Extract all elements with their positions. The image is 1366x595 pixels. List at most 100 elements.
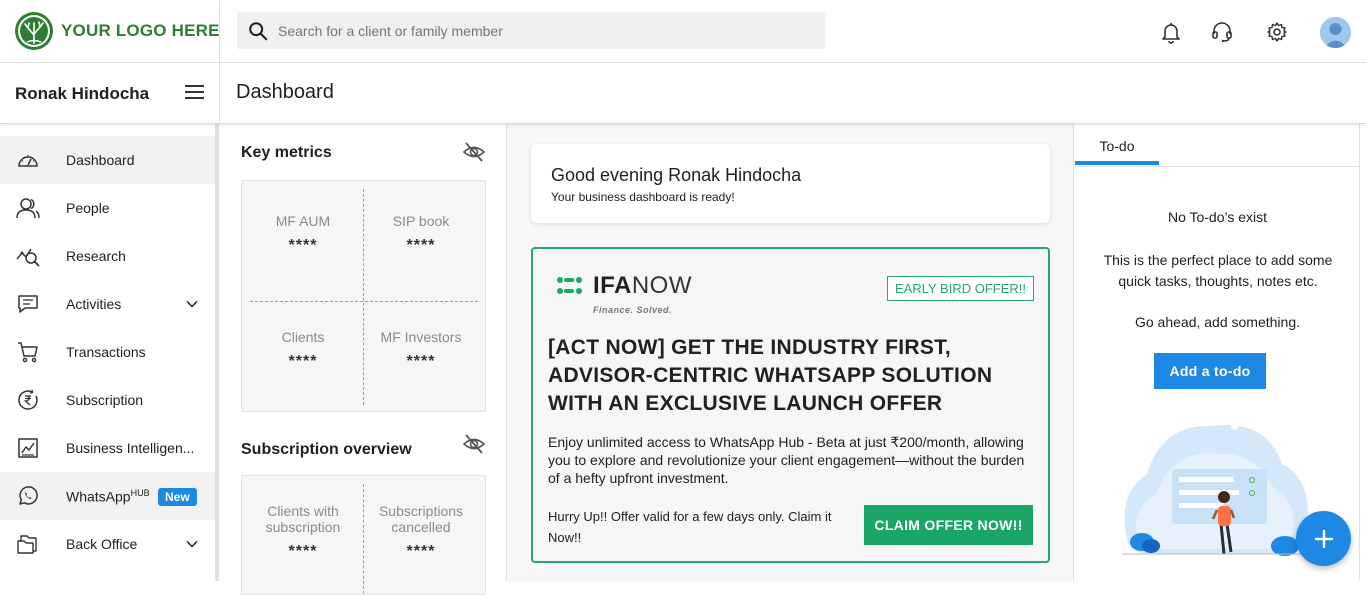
greeting-subtitle: Your business dashboard is ready! xyxy=(551,190,735,204)
logo[interactable]: YOUR LOGO HERE xyxy=(14,11,220,51)
offer-banner[interactable]: IFANOW Finance. Solved. EARLY BIRD OFFER… xyxy=(531,247,1050,563)
search-input[interactable] xyxy=(278,22,798,39)
top-bar: YOUR LOGO HERE xyxy=(0,0,1366,63)
sidebar-item-business-intelligence[interactable]: Business Intelligen... xyxy=(0,424,215,472)
ifanow-wordmark: IFANOW Finance. Solved. xyxy=(593,272,692,316)
sidebar-item-label: Business Intelligen... xyxy=(66,440,195,456)
metric-clients: Clients **** xyxy=(242,329,364,371)
main-column: Good evening Ronak Hindocha Your busines… xyxy=(507,124,1074,581)
metric-value: **** xyxy=(288,237,318,254)
metric-label: MF AUM xyxy=(275,213,331,229)
metric-subscriptions-cancelled: Subscriptions cancelled **** xyxy=(360,503,482,561)
menu-toggle-icon[interactable] xyxy=(185,85,205,101)
notifications-button[interactable] xyxy=(1158,19,1184,45)
eye-slash-icon[interactable] xyxy=(462,432,486,456)
metric-clients-with-subscription: Clients with subscription **** xyxy=(242,503,364,561)
new-badge: New xyxy=(158,488,197,506)
whatsapp-icon xyxy=(15,483,41,509)
ifanow-logo: IFANOW Finance. Solved. xyxy=(555,272,692,316)
gear-icon xyxy=(1267,22,1287,42)
key-metrics-title: Key metrics xyxy=(241,144,332,161)
folder-icon xyxy=(15,531,41,557)
rupee-icon xyxy=(15,387,41,413)
page-title: Dashboard xyxy=(236,81,334,103)
offer-hurry-text: Hurry Up!! Offer valid for a few days on… xyxy=(548,509,832,545)
sidebar-item-dashboard[interactable]: Dashboard xyxy=(0,136,215,184)
search-icon xyxy=(249,21,268,40)
key-metrics-card: MF AUM **** SIP book **** Clients **** M… xyxy=(241,180,486,412)
whatsapp-label: WhatsApp xyxy=(66,488,131,505)
headset-icon xyxy=(1212,22,1232,43)
divider xyxy=(250,301,478,302)
claim-offer-button[interactable]: CLAIM OFFER NOW!! xyxy=(864,505,1033,545)
sidebar-item-subscription[interactable]: Subscription xyxy=(0,376,215,424)
brand-tagline: Finance. Solved. xyxy=(593,305,673,315)
metric-value: **** xyxy=(406,353,436,370)
sidebar-item-activities[interactable]: Activities xyxy=(0,280,215,328)
offer-body: Enjoy unlimited access to WhatsApp Hub -… xyxy=(548,434,1025,486)
metric-mf-investors: MF Investors **** xyxy=(360,329,482,371)
tab-indicator xyxy=(1075,161,1159,165)
sidebar-item-people[interactable]: People xyxy=(0,184,215,232)
metric-value: **** xyxy=(288,543,318,560)
metric-mf-aum: MF AUM **** xyxy=(242,213,364,255)
sub-header: Ronak Hindocha Dashboard xyxy=(0,63,1366,124)
settings-button[interactable] xyxy=(1264,19,1290,45)
support-button[interactable] xyxy=(1209,19,1235,45)
early-bird-tag: EARLY BIRD OFFER!! xyxy=(887,276,1034,301)
tab-todo[interactable]: To-do xyxy=(1075,138,1159,154)
sidebar-item-label: WhatsAppHUB xyxy=(66,488,150,505)
metrics-column: Key metrics MF AUM **** SIP book **** Cl… xyxy=(220,124,507,595)
people-icon xyxy=(15,195,41,221)
sidebar-item-research[interactable]: Research xyxy=(0,232,215,280)
hub-superscript: HUB xyxy=(130,487,150,498)
subscription-overview-card: Clients with subscription **** Subscript… xyxy=(241,475,486,595)
ifanow-mark-icon xyxy=(557,277,582,294)
sidebar-item-label: Back Office xyxy=(66,536,138,552)
chart-icon xyxy=(15,435,41,461)
add-todo-button[interactable]: Add a to-do xyxy=(1154,353,1266,389)
sidebar-item-whatsapp[interactable]: WhatsAppHUB New xyxy=(0,472,215,520)
chevron-down-icon[interactable] xyxy=(184,536,200,552)
divider xyxy=(1075,166,1360,167)
search-bar[interactable] xyxy=(237,12,825,49)
todo-prompt: Go ahead, add something. xyxy=(1134,314,1300,330)
metric-label: Subscriptions cancelled xyxy=(378,503,464,535)
todo-illustration xyxy=(1122,414,1312,556)
cart-icon xyxy=(15,339,41,365)
metric-value: **** xyxy=(406,543,436,560)
metric-sip-book: SIP book **** xyxy=(360,213,482,255)
offer-headline: [ACT NOW] GET THE INDUSTRY FIRST, ADVISO… xyxy=(548,336,993,415)
sidebar-item-back-office[interactable]: Back Office xyxy=(0,520,215,568)
sidebar-item-label: Subscription xyxy=(66,392,144,408)
sidebar-item-label: Activities xyxy=(66,296,122,312)
sidebar-item-label: People xyxy=(66,200,110,216)
metric-label: MF Investors xyxy=(380,329,462,345)
research-icon xyxy=(15,243,41,269)
sidebar: Dashboard People Research Activities Tra… xyxy=(0,124,219,581)
metric-value: **** xyxy=(406,237,436,254)
avatar[interactable] xyxy=(1320,17,1351,48)
add-fab-button[interactable] xyxy=(1296,511,1351,566)
sidebar-item-label: Transactions xyxy=(66,344,146,360)
bell-icon xyxy=(1162,23,1180,44)
sidebar-item-label: Research xyxy=(66,248,126,264)
todo-empty-title: No To-do’s exist xyxy=(1167,209,1268,225)
divider xyxy=(219,0,220,63)
metric-value: **** xyxy=(288,353,318,370)
logo-text: YOUR LOGO HERE xyxy=(61,21,220,40)
sidebar-item-transactions[interactable]: Transactions xyxy=(0,328,215,376)
metric-label: SIP book xyxy=(392,213,450,229)
user-avatar-icon xyxy=(1320,17,1351,48)
user-name: Ronak Hindocha xyxy=(15,84,150,103)
metric-label: Clients with subscription xyxy=(265,503,341,535)
todo-description: This is the perfect place to add some qu… xyxy=(1103,252,1333,289)
eye-slash-icon[interactable] xyxy=(462,140,486,164)
tree-logo-icon xyxy=(15,12,53,50)
plus-icon xyxy=(1314,529,1333,548)
chevron-down-icon[interactable] xyxy=(184,296,200,312)
brand-bold: IFA xyxy=(593,272,632,299)
divider xyxy=(219,63,220,124)
gauge-icon xyxy=(15,147,41,173)
brand-light: NOW xyxy=(631,272,692,299)
